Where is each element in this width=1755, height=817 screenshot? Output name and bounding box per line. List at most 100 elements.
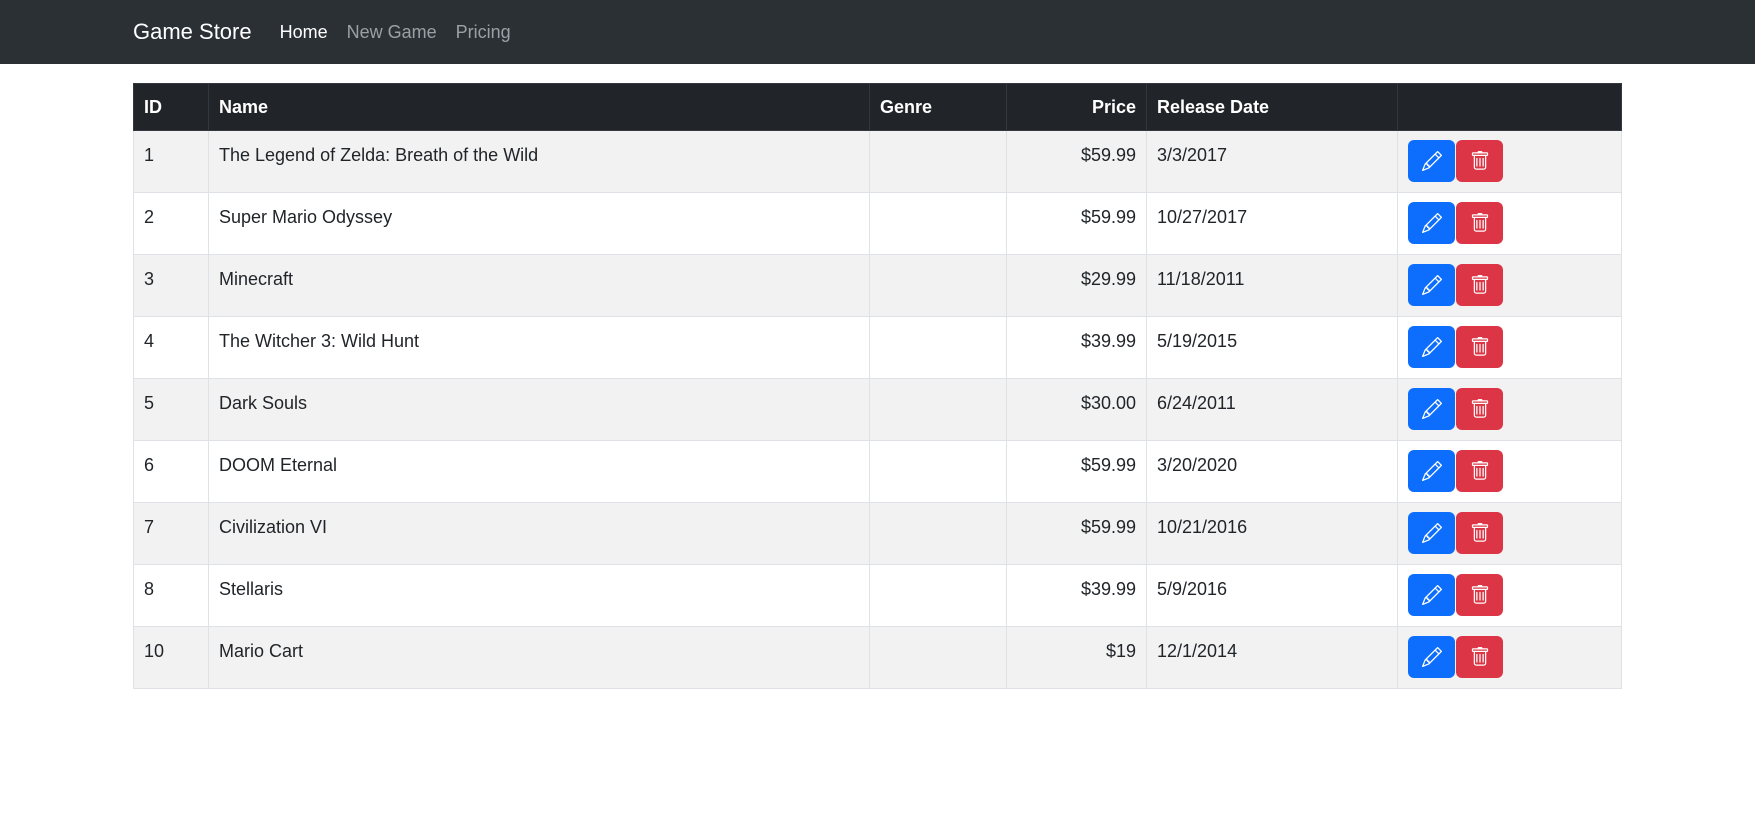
cell-release-date: 5/19/2015 <box>1146 316 1398 379</box>
cell-name: DOOM Eternal <box>208 440 870 503</box>
games-table: ID Name Genre Price Release Date 1 The L… <box>133 83 1622 689</box>
cell-id: 7 <box>133 502 209 565</box>
table-row: 5 Dark Souls $30.00 6/24/2011 <box>133 378 1622 441</box>
edit-button[interactable] <box>1408 512 1455 554</box>
cell-name: The Legend of Zelda: Breath of the Wild <box>208 130 870 193</box>
cell-genre <box>869 254 1007 317</box>
trash-icon <box>1471 337 1488 356</box>
brand-link[interactable]: Game Store <box>133 19 252 45</box>
delete-button[interactable] <box>1456 388 1503 430</box>
cell-name: Civilization VI <box>208 502 870 565</box>
cell-id: 10 <box>133 626 209 689</box>
delete-button[interactable] <box>1456 636 1503 678</box>
cell-genre <box>869 502 1007 565</box>
cell-actions <box>1397 192 1622 255</box>
cell-actions <box>1397 502 1622 565</box>
cell-genre <box>869 626 1007 689</box>
cell-id: 2 <box>133 192 209 255</box>
delete-button[interactable] <box>1456 264 1503 306</box>
cell-name: Super Mario Odyssey <box>208 192 870 255</box>
cell-release-date: 3/20/2020 <box>1146 440 1398 503</box>
cell-actions <box>1397 440 1622 503</box>
edit-button[interactable] <box>1408 388 1455 430</box>
table-row: 2 Super Mario Odyssey $59.99 10/27/2017 <box>133 192 1622 255</box>
delete-button[interactable] <box>1456 202 1503 244</box>
navbar: Game Store Home New Game Pricing <box>0 0 1755 64</box>
cell-actions <box>1397 564 1622 627</box>
cell-price: $30.00 <box>1006 378 1147 441</box>
trash-icon <box>1471 647 1488 666</box>
trash-icon <box>1471 213 1488 232</box>
table-row: 8 Stellaris $39.99 5/9/2016 <box>133 564 1622 627</box>
edit-button[interactable] <box>1408 202 1455 244</box>
edit-button[interactable] <box>1408 636 1455 678</box>
cell-actions <box>1397 316 1622 379</box>
pencil-icon <box>1421 461 1442 481</box>
cell-release-date: 11/18/2011 <box>1146 254 1398 317</box>
cell-genre <box>869 378 1007 441</box>
cell-genre <box>869 564 1007 627</box>
header-name: Name <box>208 83 870 131</box>
cell-actions <box>1397 378 1622 441</box>
edit-button[interactable] <box>1408 140 1455 182</box>
edit-button[interactable] <box>1408 574 1455 616</box>
cell-actions <box>1397 626 1622 689</box>
trash-icon <box>1471 275 1488 294</box>
table-row: 3 Minecraft $29.99 11/18/2011 <box>133 254 1622 317</box>
pencil-icon <box>1421 647 1442 667</box>
pencil-icon <box>1421 275 1442 295</box>
delete-button[interactable] <box>1456 326 1503 368</box>
delete-button[interactable] <box>1456 574 1503 616</box>
table-row: 10 Mario Cart $19 12/1/2014 <box>133 626 1622 689</box>
trash-icon <box>1471 523 1488 542</box>
cell-price: $59.99 <box>1006 440 1147 503</box>
cell-price: $39.99 <box>1006 564 1147 627</box>
cell-price: $59.99 <box>1006 502 1147 565</box>
table-header-row: ID Name Genre Price Release Date <box>133 83 1622 131</box>
cell-id: 1 <box>133 130 209 193</box>
cell-name: The Witcher 3: Wild Hunt <box>208 316 870 379</box>
edit-button[interactable] <box>1408 264 1455 306</box>
pencil-icon <box>1421 337 1442 357</box>
delete-button[interactable] <box>1456 140 1503 182</box>
games-table-container: ID Name Genre Price Release Date 1 The L… <box>133 83 1622 689</box>
cell-actions <box>1397 130 1622 193</box>
table-row: 4 The Witcher 3: Wild Hunt $39.99 5/19/2… <box>133 316 1622 379</box>
nav-link-home[interactable]: Home <box>280 22 328 43</box>
trash-icon <box>1471 399 1488 418</box>
cell-price: $29.99 <box>1006 254 1147 317</box>
cell-genre <box>869 440 1007 503</box>
cell-price: $59.99 <box>1006 130 1147 193</box>
pencil-icon <box>1421 585 1442 605</box>
table-row: 7 Civilization VI $59.99 10/21/2016 <box>133 502 1622 565</box>
trash-icon <box>1471 151 1488 170</box>
cell-genre <box>869 130 1007 193</box>
cell-release-date: 5/9/2016 <box>1146 564 1398 627</box>
cell-release-date: 10/21/2016 <box>1146 502 1398 565</box>
nav-link-new-game[interactable]: New Game <box>347 22 437 43</box>
cell-id: 5 <box>133 378 209 441</box>
cell-actions <box>1397 254 1622 317</box>
table-row: 1 The Legend of Zelda: Breath of the Wil… <box>133 130 1622 193</box>
edit-button[interactable] <box>1408 450 1455 492</box>
cell-release-date: 6/24/2011 <box>1146 378 1398 441</box>
nav-link-pricing[interactable]: Pricing <box>456 22 511 43</box>
header-actions <box>1397 83 1622 131</box>
cell-release-date: 10/27/2017 <box>1146 192 1398 255</box>
delete-button[interactable] <box>1456 512 1503 554</box>
pencil-icon <box>1421 523 1442 543</box>
header-id: ID <box>133 83 209 131</box>
table-row: 6 DOOM Eternal $59.99 3/20/2020 <box>133 440 1622 503</box>
trash-icon <box>1471 461 1488 480</box>
cell-id: 6 <box>133 440 209 503</box>
header-genre: Genre <box>869 83 1007 131</box>
cell-id: 3 <box>133 254 209 317</box>
cell-release-date: 12/1/2014 <box>1146 626 1398 689</box>
pencil-icon <box>1421 213 1442 233</box>
cell-name: Mario Cart <box>208 626 870 689</box>
cell-price: $19 <box>1006 626 1147 689</box>
trash-icon <box>1471 585 1488 604</box>
delete-button[interactable] <box>1456 450 1503 492</box>
edit-button[interactable] <box>1408 326 1455 368</box>
pencil-icon <box>1421 151 1442 171</box>
